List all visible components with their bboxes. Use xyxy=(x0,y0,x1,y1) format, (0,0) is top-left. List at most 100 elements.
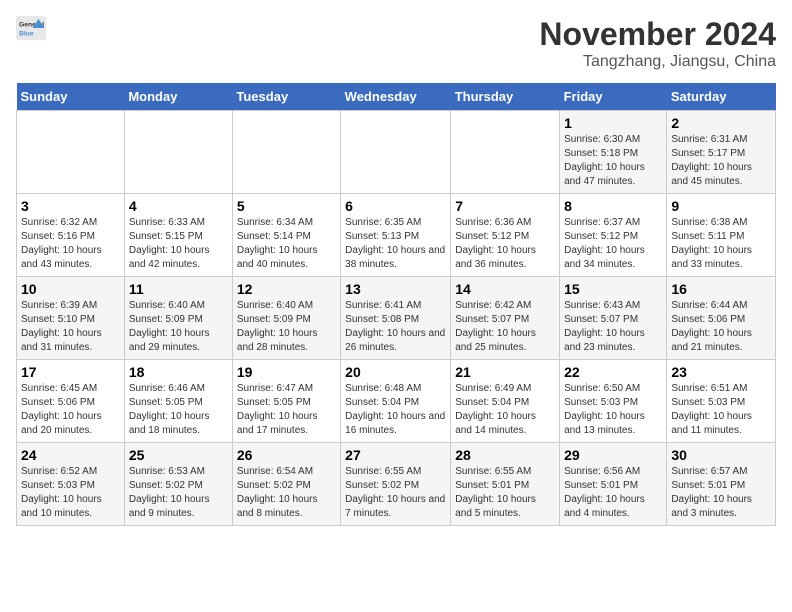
calendar-cell: 19Sunrise: 6:47 AM Sunset: 5:05 PM Dayli… xyxy=(232,360,340,443)
day-number: 13 xyxy=(345,281,446,297)
calendar-cell xyxy=(17,111,125,194)
calendar-cell: 26 Sunrise: 6:54 AM Sunset: 5:02 PM Dayli… xyxy=(232,443,340,526)
day-number: 14 xyxy=(455,281,555,297)
day-info: Sunrise: 6:48 AM Sunset: 5:04 PM Dayligh… xyxy=(345,382,446,438)
calendar-cell: 6Sunrise: 6:35 AM Sunset: 5:13 PM Daylig… xyxy=(341,194,451,277)
calendar-cell xyxy=(232,111,340,194)
day-number: 22 xyxy=(564,364,662,380)
day-number: 20 xyxy=(345,364,446,380)
calendar-cell: 30Sunrise: 6:57 AM Sunset: 5:01 PM Dayli… xyxy=(667,443,776,526)
day-number: 4 xyxy=(129,198,228,214)
calendar-cell: 23 Sunrise: 6:51 AM Sunset: 5:03 PM Dayli… xyxy=(667,360,776,443)
day-number: 27 xyxy=(345,447,446,463)
day-info: Sunrise: 6:32 AM Sunset: 5:16 PM Dayligh… xyxy=(21,216,120,272)
day-number: 6 xyxy=(345,198,446,214)
calendar-cell: 10Sunrise: 6:39 AM Sunset: 5:10 PM Dayli… xyxy=(17,277,125,360)
calendar-cell: 3 Sunrise: 6:32 AM Sunset: 5:16 PM Daylig… xyxy=(17,194,125,277)
calendar-cell xyxy=(451,111,560,194)
title-area: November 2024 Tangzhang, Jiangsu, China xyxy=(539,16,776,71)
day-info: Sunrise: 6:55 AM Sunset: 5:02 PM Dayligh… xyxy=(345,465,446,521)
calendar-table: SundayMondayTuesdayWednesdayThursdayFrid… xyxy=(16,83,776,526)
day-number: 2 xyxy=(671,115,771,131)
day-info: Sunrise: 6:54 AM Sunset: 5:02 PM Dayligh… xyxy=(237,465,336,521)
day-number: 30 xyxy=(671,447,771,463)
day-info: Sunrise: 6:41 AM Sunset: 5:08 PM Dayligh… xyxy=(345,299,446,355)
calendar-cell: 21 Sunrise: 6:49 AM Sunset: 5:04 PM Dayli… xyxy=(451,360,560,443)
calendar-cell: 7Sunrise: 6:36 AM Sunset: 5:12 PM Daylig… xyxy=(451,194,560,277)
calendar-cell: 25 Sunrise: 6:53 AM Sunset: 5:02 PM Dayli… xyxy=(124,443,232,526)
day-info: Sunrise: 6:55 AM Sunset: 5:01 PM Dayligh… xyxy=(455,465,555,521)
day-info: Sunrise: 6:56 AM Sunset: 5:01 PM Dayligh… xyxy=(564,465,662,521)
day-number: 15 xyxy=(564,281,662,297)
day-header-wednesday: Wednesday xyxy=(341,83,451,111)
day-number: 1 xyxy=(564,115,662,131)
calendar-cell: 15 Sunrise: 6:43 AM Sunset: 5:07 PM Dayli… xyxy=(560,277,667,360)
day-number: 23 xyxy=(671,364,771,380)
main-title: November 2024 xyxy=(539,16,776,53)
day-info: Sunrise: 6:31 AM Sunset: 5:17 PM Dayligh… xyxy=(671,133,771,189)
calendar-cell: 2 Sunrise: 6:31 AM Sunset: 5:17 PM Daylig… xyxy=(667,111,776,194)
calendar-cell: 27 Sunrise: 6:55 AM Sunset: 5:02 PM Dayli… xyxy=(341,443,451,526)
calendar-cell: 20 Sunrise: 6:48 AM Sunset: 5:04 PM Dayli… xyxy=(341,360,451,443)
calendar-cell: 14 Sunrise: 6:42 AM Sunset: 5:07 PM Dayli… xyxy=(451,277,560,360)
day-number: 29 xyxy=(564,447,662,463)
calendar-cell: 5 Sunrise: 6:34 AM Sunset: 5:14 PM Daylig… xyxy=(232,194,340,277)
calendar-cell: 13 Sunrise: 6:41 AM Sunset: 5:08 PM Dayli… xyxy=(341,277,451,360)
day-number: 25 xyxy=(129,447,228,463)
header: General Blue November 2024 Tangzhang, Ji… xyxy=(16,16,776,71)
week-row-4: 17Sunrise: 6:45 AM Sunset: 5:06 PM Dayli… xyxy=(17,360,776,443)
day-number: 11 xyxy=(129,281,228,297)
day-header-thursday: Thursday xyxy=(451,83,560,111)
calendar-cell: 8Sunrise: 6:37 AM Sunset: 5:12 PM Daylig… xyxy=(560,194,667,277)
day-number: 9 xyxy=(671,198,771,214)
day-info: Sunrise: 6:52 AM Sunset: 5:03 PM Dayligh… xyxy=(21,465,120,521)
day-number: 26 xyxy=(237,447,336,463)
day-info: Sunrise: 6:36 AM Sunset: 5:12 PM Dayligh… xyxy=(455,216,555,272)
day-number: 12 xyxy=(237,281,336,297)
day-info: Sunrise: 6:49 AM Sunset: 5:04 PM Dayligh… xyxy=(455,382,555,438)
day-number: 18 xyxy=(129,364,228,380)
day-number: 16 xyxy=(671,281,771,297)
day-info: Sunrise: 6:40 AM Sunset: 5:09 PM Dayligh… xyxy=(129,299,228,355)
day-header-sunday: Sunday xyxy=(17,83,125,111)
day-info: Sunrise: 6:51 AM Sunset: 5:03 PM Dayligh… xyxy=(671,382,771,438)
calendar-cell: 11 Sunrise: 6:40 AM Sunset: 5:09 PM Dayli… xyxy=(124,277,232,360)
subtitle: Tangzhang, Jiangsu, China xyxy=(539,53,776,71)
week-row-3: 10Sunrise: 6:39 AM Sunset: 5:10 PM Dayli… xyxy=(17,277,776,360)
calendar-cell: 17Sunrise: 6:45 AM Sunset: 5:06 PM Dayli… xyxy=(17,360,125,443)
day-info: Sunrise: 6:44 AM Sunset: 5:06 PM Dayligh… xyxy=(671,299,771,355)
day-number: 8 xyxy=(564,198,662,214)
day-info: Sunrise: 6:38 AM Sunset: 5:11 PM Dayligh… xyxy=(671,216,771,272)
svg-text:Blue: Blue xyxy=(19,31,34,38)
day-number: 19 xyxy=(237,364,336,380)
day-info: Sunrise: 6:43 AM Sunset: 5:07 PM Dayligh… xyxy=(564,299,662,355)
day-info: Sunrise: 6:46 AM Sunset: 5:05 PM Dayligh… xyxy=(129,382,228,438)
day-number: 5 xyxy=(237,198,336,214)
calendar-cell: 29 Sunrise: 6:56 AM Sunset: 5:01 PM Dayli… xyxy=(560,443,667,526)
calendar-cell: 28 Sunrise: 6:55 AM Sunset: 5:01 PM Dayli… xyxy=(451,443,560,526)
calendar-cell: 24Sunrise: 6:52 AM Sunset: 5:03 PM Dayli… xyxy=(17,443,125,526)
week-row-2: 3 Sunrise: 6:32 AM Sunset: 5:16 PM Daylig… xyxy=(17,194,776,277)
calendar-cell: 22 Sunrise: 6:50 AM Sunset: 5:03 PM Dayli… xyxy=(560,360,667,443)
logo-icon: General Blue xyxy=(16,16,46,40)
day-number: 28 xyxy=(455,447,555,463)
day-info: Sunrise: 6:30 AM Sunset: 5:18 PM Dayligh… xyxy=(564,133,662,189)
day-info: Sunrise: 6:33 AM Sunset: 5:15 PM Dayligh… xyxy=(129,216,228,272)
day-info: Sunrise: 6:42 AM Sunset: 5:07 PM Dayligh… xyxy=(455,299,555,355)
week-row-5: 24Sunrise: 6:52 AM Sunset: 5:03 PM Dayli… xyxy=(17,443,776,526)
day-number: 21 xyxy=(455,364,555,380)
header-row: SundayMondayTuesdayWednesdayThursdayFrid… xyxy=(17,83,776,111)
day-info: Sunrise: 6:53 AM Sunset: 5:02 PM Dayligh… xyxy=(129,465,228,521)
day-info: Sunrise: 6:34 AM Sunset: 5:14 PM Dayligh… xyxy=(237,216,336,272)
day-number: 3 xyxy=(21,198,120,214)
day-header-saturday: Saturday xyxy=(667,83,776,111)
day-info: Sunrise: 6:40 AM Sunset: 5:09 PM Dayligh… xyxy=(237,299,336,355)
day-info: Sunrise: 6:50 AM Sunset: 5:03 PM Dayligh… xyxy=(564,382,662,438)
calendar-cell: 9 Sunrise: 6:38 AM Sunset: 5:11 PM Daylig… xyxy=(667,194,776,277)
day-header-monday: Monday xyxy=(124,83,232,111)
calendar-cell: 1 Sunrise: 6:30 AM Sunset: 5:18 PM Daylig… xyxy=(560,111,667,194)
day-header-friday: Friday xyxy=(560,83,667,111)
calendar-cell: 4 Sunrise: 6:33 AM Sunset: 5:15 PM Daylig… xyxy=(124,194,232,277)
day-header-tuesday: Tuesday xyxy=(232,83,340,111)
calendar-cell: 16 Sunrise: 6:44 AM Sunset: 5:06 PM Dayli… xyxy=(667,277,776,360)
